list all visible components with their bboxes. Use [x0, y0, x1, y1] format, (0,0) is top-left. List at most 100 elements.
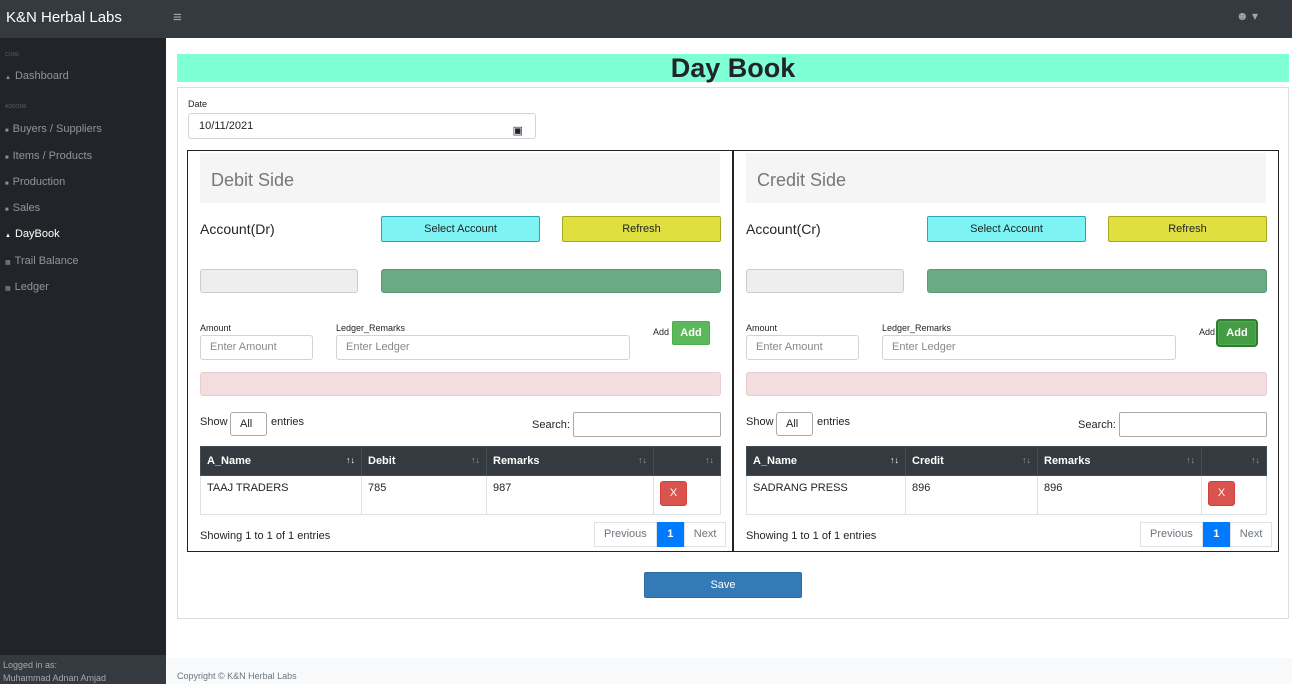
debit-search-input[interactable]	[573, 412, 721, 437]
previous-page-button[interactable]: Previous	[594, 522, 657, 547]
sidebar-item-buyers[interactable]: ■ Buyers / Suppliers	[5, 123, 102, 135]
debit-entries-label: entries	[271, 416, 305, 428]
debit-remarks-label: Ledger_Remarks	[336, 323, 406, 333]
sidebar-heading-addons: ADDONS	[5, 104, 27, 110]
sidebar-item-production[interactable]: ■ Production	[5, 176, 65, 188]
page-1-button[interactable]: 1	[1202, 522, 1230, 547]
folder-icon: ■	[5, 155, 9, 161]
credit-entries-select[interactable]: All	[776, 412, 813, 436]
credit-amount-label: Amount	[746, 323, 778, 333]
sidebar-footer: Logged in as: Muhammad Adnan Amjad	[0, 655, 166, 684]
column-header-a-name[interactable]: A_Name ↑↓	[746, 446, 906, 476]
sidebar-item-trail-balance[interactable]: ▦ Trail Balance	[5, 255, 78, 267]
cell-credit: 896	[905, 475, 1038, 515]
delete-row-button[interactable]: X	[660, 481, 687, 506]
dashboard-icon: ▲	[5, 75, 11, 81]
debit-show-label: Show	[200, 416, 228, 428]
credit-table: A_Name ↑↓ Credit ↑↓ Remarks ↑↓ ↑↓ SADRANG P…	[746, 446, 1267, 515]
credit-amount-input[interactable]: Enter Amount	[746, 335, 859, 360]
cell-a-name: TAAJ TRADERS	[200, 475, 362, 515]
debit-entries-select[interactable]: All	[230, 412, 267, 436]
next-page-button[interactable]: Next	[683, 522, 727, 547]
page-title: Day Book	[177, 54, 1289, 82]
credit-account-name-field[interactable]	[927, 269, 1267, 293]
debit-refresh-button[interactable]: Refresh	[562, 216, 721, 242]
credit-remarks-input[interactable]: Enter Ledger	[882, 335, 1176, 360]
debit-add-button[interactable]: Add	[672, 321, 710, 345]
credit-refresh-button[interactable]: Refresh	[1108, 216, 1267, 242]
table-icon: ▦	[5, 260, 11, 266]
top-navbar: K&N Herbal Labs ≡ ☻ ▾	[0, 0, 1292, 38]
debit-remarks-input[interactable]: Enter Ledger	[336, 335, 630, 360]
sidebar-item-dashboard[interactable]: ▲ Dashboard	[5, 70, 69, 82]
column-header-action[interactable]: ↑↓	[653, 446, 721, 476]
save-button[interactable]: Save	[644, 572, 802, 598]
sidebar-item-ledger[interactable]: ▦ Ledger	[5, 281, 49, 293]
sort-icon: ↑↓	[1186, 455, 1195, 465]
debit-select-account-button[interactable]: Select Account	[381, 216, 540, 242]
debit-pagination: Previous 1 Next	[594, 522, 727, 547]
debit-account-code-field[interactable]	[200, 269, 358, 293]
next-page-button[interactable]: Next	[1229, 522, 1273, 547]
app-brand[interactable]: K&N Herbal Labs	[6, 9, 122, 26]
logged-in-label: Logged in as:	[3, 660, 58, 670]
credit-show-label: Show	[746, 416, 774, 428]
credit-add-button[interactable]: Add	[1218, 321, 1256, 345]
cell-action: X	[1201, 475, 1267, 515]
credit-panel: Credit Side Account(Cr) Select Account R…	[733, 150, 1279, 552]
column-header-remarks[interactable]: Remarks ↑↓	[1037, 446, 1202, 476]
sidebar: CORE ▲ Dashboard ADDONS ■ Buyers / Supplie…	[0, 38, 166, 684]
date-input[interactable]: 10/11/2021 ▣	[188, 113, 536, 139]
column-header-action[interactable]: ↑↓	[1201, 446, 1267, 476]
credit-remarks-label: Ledger_Remarks	[882, 323, 952, 333]
previous-page-button[interactable]: Previous	[1140, 522, 1203, 547]
sort-icon: ↑↓	[1022, 455, 1031, 465]
debit-amount-label: Amount	[200, 323, 232, 333]
sidebar-item-sales[interactable]: ■ Sales	[5, 202, 40, 214]
credit-table-info: Showing 1 to 1 of 1 entries	[746, 530, 877, 542]
cell-remarks: 896	[1037, 475, 1202, 515]
cell-action: X	[653, 475, 721, 515]
sidebar-item-daybook[interactable]: ▲ DayBook	[5, 228, 60, 240]
sort-icon: ↑↓	[471, 455, 480, 465]
calendar-icon[interactable]: ▣	[513, 119, 523, 143]
column-header-remarks[interactable]: Remarks ↑↓	[486, 446, 654, 476]
main-content: Day Book Date 10/11/2021 ▣ Debit Side Ac…	[166, 38, 1292, 684]
folder-icon: ■	[5, 207, 9, 213]
debit-search-label: Search:	[532, 419, 570, 431]
credit-pagination: Previous 1 Next	[1140, 522, 1273, 547]
user-menu-icon[interactable]: ☻ ▾	[1236, 9, 1258, 23]
column-header-credit[interactable]: Credit ↑↓	[905, 446, 1038, 476]
credit-account-code-field[interactable]	[746, 269, 904, 293]
account-cr-label: Account(Cr)	[746, 221, 821, 237]
sort-icon: ↑↓	[638, 455, 647, 465]
menu-toggle-icon[interactable]: ≡	[173, 9, 182, 26]
debit-table: A_Name ↑↓ Debit ↑↓ Remarks ↑↓ ↑↓ TAAJ TRADE…	[200, 446, 721, 515]
account-dr-label: Account(Dr)	[200, 221, 275, 237]
column-header-debit[interactable]: Debit ↑↓	[361, 446, 487, 476]
book-icon: ▲	[5, 233, 11, 239]
sort-icon: ↑↓	[346, 455, 355, 465]
table-icon: ▦	[5, 286, 11, 292]
debit-account-name-field[interactable]	[381, 269, 721, 293]
cell-debit: 785	[361, 475, 487, 515]
table-row: TAAJ TRADERS 785 987 X	[200, 475, 721, 515]
sidebar-item-items[interactable]: ■ Items / Products	[5, 150, 92, 162]
sort-icon: ↑↓	[890, 455, 899, 465]
delete-row-button[interactable]: X	[1208, 481, 1235, 506]
column-header-a-name[interactable]: A_Name ↑↓	[200, 446, 362, 476]
debit-message-box	[200, 372, 721, 396]
logged-in-user: Muhammad Adnan Amjad	[3, 673, 107, 683]
daybook-card: Date 10/11/2021 ▣ Debit Side Account(Dr)…	[177, 87, 1289, 619]
credit-entries-label: entries	[817, 416, 851, 428]
debit-amount-input[interactable]: Enter Amount	[200, 335, 313, 360]
cell-remarks: 987	[486, 475, 654, 515]
cell-a-name: SADRANG PRESS	[746, 475, 906, 515]
credit-select-account-button[interactable]: Select Account	[927, 216, 1086, 242]
folder-icon: ■	[5, 181, 9, 187]
credit-search-input[interactable]	[1119, 412, 1267, 437]
page-1-button[interactable]: 1	[656, 522, 684, 547]
sort-icon: ↑↓	[1251, 455, 1260, 465]
credit-add-label: Add	[1199, 327, 1216, 337]
credit-message-box	[746, 372, 1267, 396]
